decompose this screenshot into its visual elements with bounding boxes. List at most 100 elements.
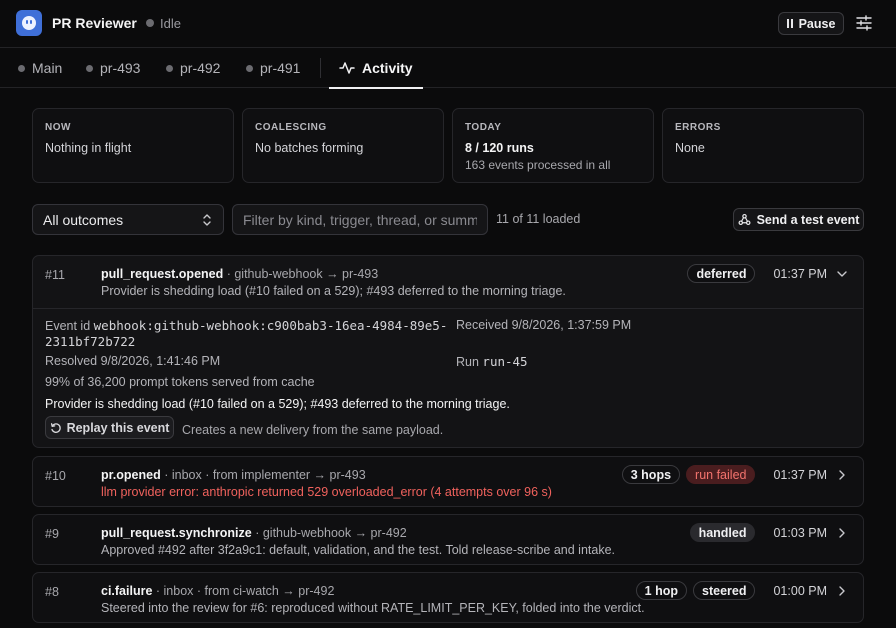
event-status-group: 1 hop steered 01:00 PM (635, 581, 849, 600)
outcome-select[interactable]: All outcomes (32, 204, 224, 235)
tab-status-dot-icon (166, 64, 173, 72)
event-summary: Provider is shedding load (#10 failed on… (101, 284, 566, 298)
outcome-badge: steered (693, 581, 756, 600)
activity-pulse-icon (339, 62, 355, 74)
replay-event-button[interactable]: Replay this event (45, 416, 174, 439)
event-time: 01:00 PM (773, 583, 827, 598)
app-logo-icon (16, 10, 42, 36)
pause-label: Pause (798, 16, 836, 31)
replay-icon (50, 422, 61, 433)
send-test-event-button[interactable]: Send a test event (733, 208, 864, 231)
run-label: Run (456, 355, 479, 369)
stat-subtext: 163 events processed in all (465, 158, 611, 172)
event-row-expanded[interactable]: #11 pull_request.opened · github-webhook… (32, 255, 864, 448)
stat-value: None (675, 141, 705, 155)
chevron-right-icon[interactable] (835, 584, 849, 598)
stat-value: Nothing in flight (45, 141, 132, 155)
tab-divider (320, 58, 321, 78)
pause-button[interactable]: Pause (778, 12, 844, 35)
event-id-label: Event id (45, 319, 91, 333)
event-id-value-cont: 2311bf72b722 (45, 334, 136, 349)
chevron-up-down-icon (203, 214, 211, 226)
event-header: pull_request.synchronize · github-webhoo… (101, 526, 407, 540)
stat-label: COALESCING (255, 122, 327, 133)
stat-label: ERRORS (675, 122, 721, 133)
replay-note: Creates a new delivery from the same pay… (182, 423, 444, 437)
event-meta: · inbox · from ci-watch → pr-492 (152, 584, 335, 598)
outcome-badge: run failed (686, 465, 756, 484)
event-row[interactable]: #9 pull_request.synchronize · github-web… (32, 514, 864, 565)
event-time: 01:37 PM (773, 266, 827, 281)
webhook-icon (738, 213, 751, 226)
event-number: #10 (45, 469, 66, 483)
event-cache-stat: 99% of 36,200 prompt tokens served from … (45, 375, 315, 389)
event-id: Event id webhook:github-webhook:c900bab3… (45, 318, 447, 333)
tab-main[interactable]: Main (18, 48, 62, 88)
chevron-right-icon[interactable] (835, 468, 849, 482)
event-status-group: handled 01:03 PM (689, 523, 849, 542)
event-kind: pull_request.opened (101, 267, 224, 281)
stat-value: No batches forming (255, 141, 364, 155)
settings-sliders-icon[interactable] (855, 14, 873, 32)
stat-value: 8 / 120 runs (465, 141, 534, 155)
event-meta: · github-webhook → pr-493 (223, 267, 379, 281)
stat-card-coalescing: COALESCING No batches forming (242, 108, 444, 183)
send-test-event-label: Send a test event (756, 212, 860, 227)
event-row[interactable]: #10 pr.opened · inbox · from implementer… (32, 456, 864, 507)
hops-badge: 3 hops (621, 465, 681, 484)
event-meta: · github-webhook → pr-492 (251, 526, 407, 540)
stat-label: NOW (45, 122, 71, 133)
event-id-continued: 2311bf72b722 (45, 334, 135, 349)
event-summary: Steered into the review for #6: reproduc… (101, 601, 645, 615)
tab-label: pr-491 (260, 60, 301, 76)
stat-card-now: NOW Nothing in flight (32, 108, 234, 183)
stat-card-today: TODAY 8 / 120 runs 163 events processed … (452, 108, 654, 183)
event-header: pull_request.opened · github-webhook → p… (101, 267, 378, 281)
outcome-badge: handled (689, 523, 756, 542)
stat-card-errors: ERRORS None (662, 108, 864, 183)
event-time: 01:03 PM (773, 525, 827, 540)
replay-label: Replay this event (66, 420, 170, 435)
tab-pr-493[interactable]: pr-493 (86, 48, 140, 88)
event-received: Received 9/8/2026, 1:37:59 PM (456, 318, 632, 332)
event-detail-summary: Provider is shedding load (#10 failed on… (45, 397, 510, 411)
app-header: PR Reviewer Idle Pause (0, 0, 896, 48)
tab-pr-491[interactable]: pr-491 (246, 48, 300, 88)
event-error-summary: llm provider error: anthropic returned 5… (101, 485, 552, 499)
outcome-badge: deferred (687, 264, 756, 283)
tab-activity[interactable]: Activity (329, 48, 423, 89)
event-status-group: deferred 01:37 PM (687, 264, 849, 283)
hops-badge: 1 hop (635, 581, 687, 600)
event-id-value: webhook:github-webhook:c900bab3-16ea-498… (93, 318, 448, 333)
event-number: #11 (45, 268, 65, 282)
event-time: 01:37 PM (773, 467, 827, 482)
chevron-right-icon[interactable] (835, 526, 849, 540)
tab-label: pr-492 (180, 60, 221, 76)
tab-status-dot-icon (246, 64, 253, 72)
status-text: Idle (160, 16, 181, 31)
event-kind: pull_request.synchronize (101, 526, 252, 540)
loaded-count: 11 of 11 loaded (496, 212, 581, 226)
event-number: #8 (45, 585, 59, 599)
event-number: #9 (45, 527, 59, 541)
filter-search-input[interactable] (232, 204, 488, 235)
event-resolved: Resolved 9/8/2026, 1:41:46 PM (45, 354, 221, 368)
chevron-down-icon[interactable] (835, 267, 849, 281)
event-details: Event id webhook:github-webhook:c900bab3… (33, 308, 863, 448)
event-row[interactable]: #8 ci.failure · inbox · from ci-watch → … (32, 572, 864, 623)
event-status-group: 3 hops run failed 01:37 PM (621, 465, 849, 484)
tab-label: pr-493 (100, 60, 141, 76)
tab-pr-492[interactable]: pr-492 (166, 48, 220, 88)
pause-icon (786, 19, 793, 28)
status-dot-icon (146, 19, 154, 27)
tab-label: Activity (362, 60, 413, 76)
event-run: Run run-45 (456, 354, 528, 369)
event-kind: ci.failure (101, 584, 153, 598)
app-title: PR Reviewer (52, 15, 137, 31)
tab-status-dot-icon (18, 64, 25, 72)
event-meta: · inbox · from implementer → pr-493 (160, 468, 366, 482)
outcome-select-value: All outcomes (43, 211, 124, 228)
run-id: run-45 (482, 354, 528, 369)
tab-bar: Main pr-493 pr-492 pr-491 Activity (0, 48, 896, 89)
event-header: pr.opened · inbox · from implementer → p… (101, 468, 366, 482)
